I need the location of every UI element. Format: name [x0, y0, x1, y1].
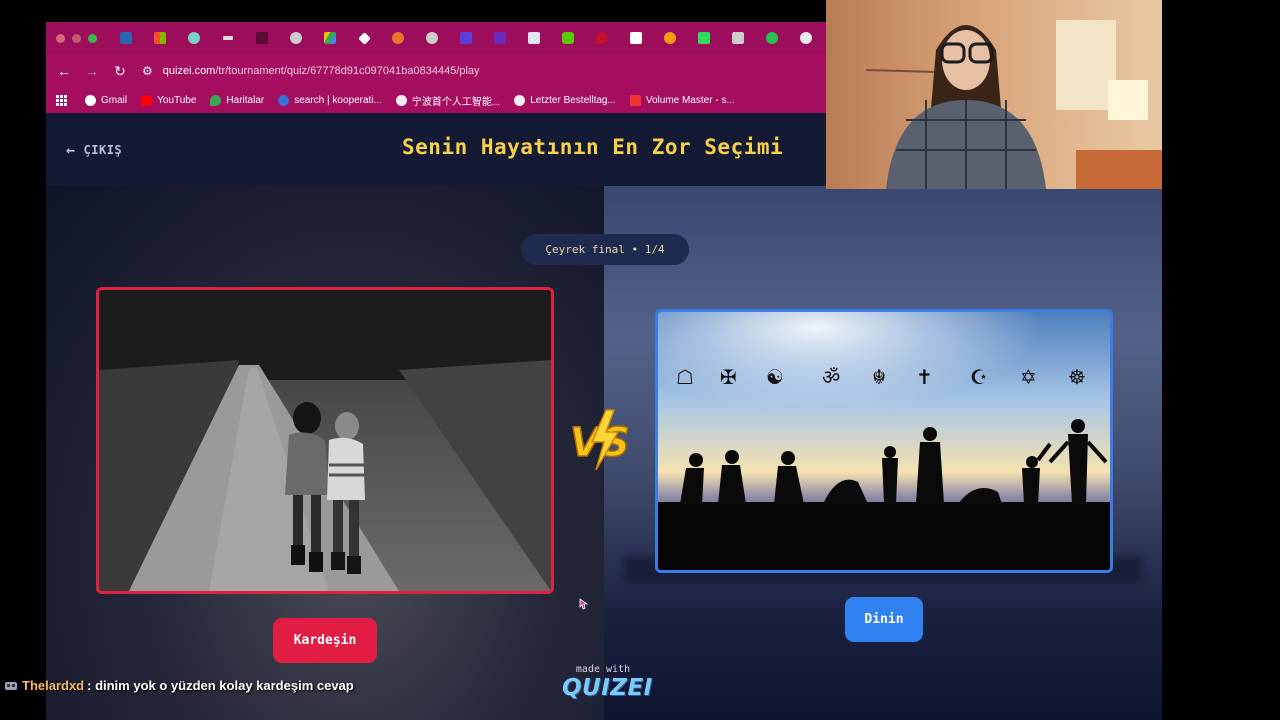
screen: ← → ↻ ⚙ quizei.com/tr/tournament/quiz/67… — [0, 0, 1280, 720]
bookmark-volume-master[interactable]: Volume Master - s... — [629, 95, 735, 106]
bookmark-chinese[interactable]: 宁波首个人工智能... — [395, 93, 500, 108]
bookmark-search[interactable]: search | kooperati... — [278, 95, 382, 106]
tab-globe2-icon[interactable] — [420, 26, 444, 50]
round-indicator: Çeyrek final • 1/4 — [521, 234, 689, 265]
apps-grid-icon[interactable] — [56, 95, 67, 106]
quizei-logo[interactable]: QUIZEI — [562, 675, 652, 701]
tab-fox-icon[interactable] — [386, 26, 410, 50]
exit-button[interactable]: ← ÇIKIŞ — [66, 141, 122, 159]
globe-icon — [514, 95, 526, 106]
tab-globe-icon[interactable] — [284, 26, 308, 50]
streamer-webcam — [826, 0, 1162, 189]
webcam-feed — [826, 0, 1162, 189]
url-host: quizei.com — [162, 65, 216, 77]
tab-microsoft-icon[interactable] — [148, 26, 172, 50]
bookmark-gmail[interactable]: Gmail — [85, 95, 127, 106]
url-field[interactable]: ⚙ quizei.com/tr/tournament/quiz/67778d91… — [142, 64, 480, 78]
bookmark-maps[interactable]: Haritalar — [210, 95, 264, 106]
svg-text:✠: ✠ — [720, 365, 737, 389]
youtube-icon — [141, 95, 153, 106]
tab-green-icon[interactable] — [760, 26, 784, 50]
svg-text:☸: ☸ — [1068, 365, 1086, 389]
search-site-icon — [278, 95, 290, 106]
tab-purple-icon[interactable] — [454, 26, 478, 50]
tab-plane-icon[interactable] — [216, 26, 240, 50]
tab-openai-icon[interactable] — [794, 26, 818, 50]
tab-slides-icon[interactable] — [488, 26, 512, 50]
tab-k-icon[interactable] — [692, 26, 716, 50]
chat-message: Thelardxd : dinim yok o yüzden kolay kar… — [4, 678, 354, 693]
religions-silhouette-photo: ☖ ✠ ☯ ॐ ☬ ✝ ☪ ✡ ☸ — [658, 312, 1110, 570]
svg-text:✝: ✝ — [916, 365, 933, 389]
maps-pin-icon — [210, 95, 222, 106]
bookmark-letzter[interactable]: Letzter Bestelltag... — [514, 95, 616, 106]
versus-emblem: VS — [569, 409, 631, 471]
chat-username: Thelardxd — [22, 678, 85, 693]
window-controls — [46, 33, 97, 43]
page-title: Senin Hayatının En Zor Seçimi — [402, 135, 784, 159]
chat-badge-icon — [5, 681, 17, 690]
tab-orange-icon[interactable] — [658, 26, 682, 50]
tab-diamond-icon[interactable] — [352, 26, 376, 50]
tab-eye-icon[interactable] — [182, 26, 206, 50]
tab-duolingo-icon[interactable] — [556, 26, 580, 50]
bookmark-youtube[interactable]: YouTube — [141, 95, 196, 106]
svg-text:☪: ☪ — [970, 365, 988, 389]
tab-pin-icon[interactable] — [590, 26, 614, 50]
pointer-cursor-icon — [579, 598, 588, 610]
back-button[interactable]: ← — [50, 63, 78, 79]
arrow-left-icon: ← — [66, 141, 76, 159]
made-with-label: made with — [575, 664, 631, 675]
svg-text:☬: ☬ — [872, 365, 886, 389]
url-path: /tr/tournament/quiz/67778d91c097041ba083… — [215, 65, 480, 77]
siblings-walking-photo — [99, 290, 551, 591]
svg-text:☯: ☯ — [766, 365, 784, 389]
svg-text:✡: ✡ — [1020, 365, 1037, 389]
left-choice-image[interactable] — [96, 287, 554, 594]
google-icon — [85, 95, 96, 106]
tab-a-icon[interactable] — [250, 26, 274, 50]
volume-master-icon — [629, 95, 641, 106]
site-settings-icon[interactable]: ⚙ — [142, 64, 153, 78]
maximize-window-button[interactable] — [88, 33, 97, 43]
exit-label: ÇIKIŞ — [83, 143, 123, 157]
globe-icon — [395, 95, 407, 106]
right-choice-image[interactable]: ☖ ✠ ☯ ॐ ☬ ✝ ☪ ✡ ☸ — [655, 309, 1113, 573]
choice-button-left[interactable]: Kardeşin — [273, 618, 377, 663]
tab-drive-icon[interactable] — [318, 26, 342, 50]
reload-button[interactable]: ↻ — [106, 63, 134, 80]
tab-linkedin-icon[interactable] — [114, 26, 138, 50]
svg-text:☖: ☖ — [676, 365, 694, 389]
tab-news-icon[interactable] — [624, 26, 648, 50]
quiz-page: ← ÇIKIŞ Senin Hayatının En Zor Seçimi Çe… — [46, 113, 1162, 720]
tab-gray-icon[interactable] — [726, 26, 750, 50]
forward-button[interactable]: → — [78, 63, 106, 79]
tab-doc-icon[interactable] — [522, 26, 546, 50]
chat-text: : dinim yok o yüzden kolay kardeşim ceva… — [87, 678, 354, 693]
close-window-button[interactable] — [56, 33, 65, 43]
minimize-window-button[interactable] — [72, 33, 81, 43]
choice-button-right[interactable]: Dinin — [845, 597, 923, 642]
svg-text:ॐ: ॐ — [822, 365, 840, 389]
